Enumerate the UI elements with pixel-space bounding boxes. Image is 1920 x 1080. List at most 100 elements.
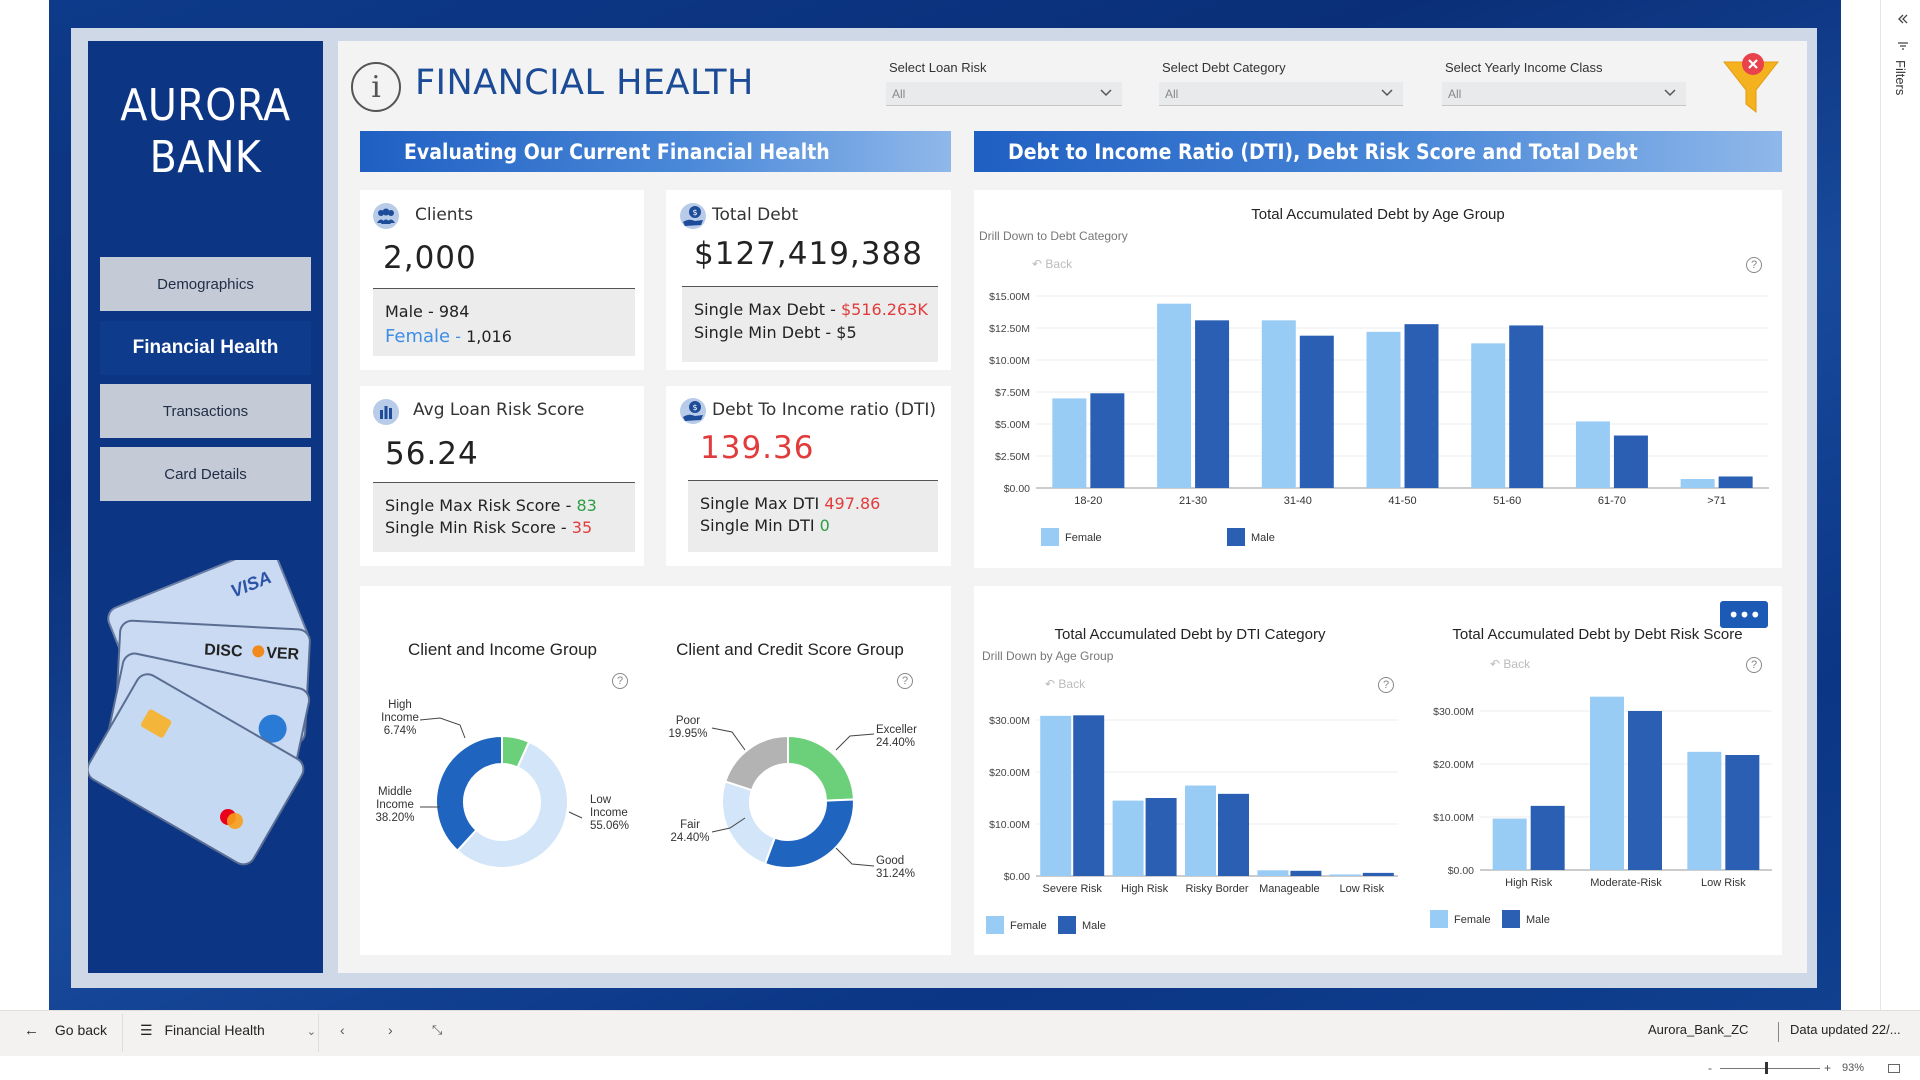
bar-female-51-60[interactable] [1471,343,1506,488]
x-tick-label: High Risk [1121,883,1169,895]
fit-to-page-icon[interactable] [1888,1064,1900,1073]
bar-female-41-50[interactable] [1366,331,1401,488]
x-tick-label: >71 [1707,495,1726,507]
bar-female-low-risk[interactable] [1329,874,1361,876]
max-debt-label: Single Max Debt - [694,300,836,319]
bar-female-manageable[interactable] [1257,870,1289,876]
income-donut-title: Client and Income Group [408,640,597,659]
loan-risk-value: 56.24 [385,436,479,472]
people-icon [373,203,399,229]
bar-male-low-risk[interactable] [1725,754,1760,870]
bar-male-high-risk[interactable] [1530,805,1565,870]
bar-male--71[interactable] [1718,476,1753,488]
bar-female-61-70[interactable] [1575,421,1610,488]
discover-logo: DISC [204,642,244,661]
bar-male-61-70[interactable] [1613,435,1648,488]
bar-female-severe-risk[interactable] [1040,715,1072,876]
page-selector[interactable]: ☰ Financial Health ⌄ [140,1022,316,1039]
credit-good-label: 31.24% [876,868,915,880]
bar-female-low-risk[interactable] [1687,751,1722,870]
collapse-chevron-icon[interactable] [1895,12,1909,26]
credit-slice-excellent[interactable] [787,734,855,802]
dti-chart-back-button[interactable]: ↶ Back [1045,677,1085,691]
donut-charts: HighIncome6.74%MiddleIncome38.20%LowInco… [375,699,917,880]
loan-risk-slicer[interactable]: All [886,82,1122,106]
filters-label[interactable]: Filters [1893,60,1908,95]
bar-male-risky-border[interactable] [1218,793,1249,876]
separator: - [428,302,434,321]
min-dti-value: 0 [819,516,830,535]
zoom-slider-track[interactable] [1720,1068,1820,1069]
bar-male-18-20[interactable] [1090,393,1125,488]
legend-label-male: Male [1082,920,1106,932]
credit-slice-poor[interactable] [724,734,789,792]
bar-female-moderate-risk[interactable] [1590,696,1624,870]
clients-value: 2,000 [383,240,477,276]
leader-line [835,733,875,751]
age-chart-back-button[interactable]: ↶ Back [1032,257,1072,271]
credit-good-label: Good [876,855,904,867]
debt-category-slicer-label: Select Debt Category [1162,60,1286,75]
bar-male-41-50[interactable] [1404,324,1439,488]
bar-male-31-40[interactable] [1299,335,1334,488]
bar-male-low-risk[interactable] [1362,872,1394,876]
credit-slice-good[interactable] [763,798,855,869]
zoom-level: 93% [1842,1062,1865,1074]
bar-female-high-risk[interactable] [1492,818,1527,870]
bar-female-31-40[interactable] [1261,320,1296,488]
bar-female-21-30[interactable] [1157,303,1192,488]
bar-female-high-risk[interactable] [1112,800,1144,876]
y-tick-label: $20.00M [989,767,1030,779]
y-tick-label: $0.00 [1004,483,1030,495]
bar-male-moderate-risk[interactable] [1628,711,1662,870]
bar-male-high-risk[interactable] [1145,798,1177,876]
dti-category-bar-chart: $0.00 $10.00M $20.00M $30.00M Severe Risk Hig… [986,715,1398,934]
next-page-icon[interactable]: › [388,1022,393,1038]
zoom-in-button[interactable]: + [1824,1061,1831,1075]
clear-filter-icon[interactable] [1718,48,1784,120]
more-options-button[interactable]: ••• [1720,601,1768,628]
nav-card-details-button[interactable]: Card Details [100,447,311,501]
min-dti-label: Single Min DTI [700,516,815,535]
risk-chart-back-button[interactable]: ↶ Back [1490,657,1530,671]
zoom-slider-thumb[interactable] [1765,1062,1768,1074]
income-class-slicer-label: Select Yearly Income Class [1445,60,1603,75]
max-debt-value: $516.263K [840,300,928,319]
y-tick-label: $5.00M [995,419,1030,431]
report-file-name: Aurora_Bank_ZC [1648,1022,1749,1037]
info-icon[interactable]: i [351,62,401,112]
bar-male-manageable[interactable] [1290,870,1322,876]
go-back-label: Go back [54,1022,108,1038]
bar-male-51-60[interactable] [1509,325,1544,488]
credit-fair-label: 24.40% [670,832,709,844]
bar-female-18-20[interactable] [1052,398,1087,488]
go-back-button[interactable]: ← Go back [24,1022,107,1039]
y-tick-label: $10.00M [1433,812,1474,824]
income-slice-middle-income[interactable] [435,734,503,853]
back-label: Back [1058,677,1086,691]
zoom-out-button[interactable]: - [1708,1061,1712,1075]
legend-swatch-female [1041,528,1059,546]
credit-slice-fair[interactable] [721,780,777,866]
dti-chart-drill-hint: Drill Down by Age Group [982,649,1114,663]
nav-transactions-button[interactable]: Transactions [100,384,311,438]
filters-pane[interactable] [1880,0,1920,1010]
legend-swatch-female [1430,910,1448,928]
section-header-financial-health: Evaluating Our Current Financial Health [360,131,951,172]
nav-financial-health-button[interactable]: Financial Health [100,321,311,375]
bar-female-risky-border[interactable] [1185,785,1216,876]
x-tick-label: Risky Border [1186,883,1249,895]
x-tick-label: Low Risk [1701,877,1746,889]
nav-demographics-button[interactable]: Demographics [100,257,311,311]
y-tick-label: $0.00 [1004,871,1030,883]
debt-category-slicer[interactable]: All [1159,82,1403,106]
bar-male-severe-risk[interactable] [1073,715,1105,876]
page-title: FINANCIAL HEALTH [415,63,754,103]
chevron-down-icon [1100,89,1112,97]
fit-screen-icon[interactable]: ⤡ [432,1022,442,1038]
previous-page-icon[interactable]: ‹ [340,1022,345,1038]
leader-line [568,811,583,819]
income-class-slicer[interactable]: All [1442,82,1686,106]
bar-male-21-30[interactable] [1195,320,1230,488]
bar-female--71[interactable] [1680,479,1715,488]
